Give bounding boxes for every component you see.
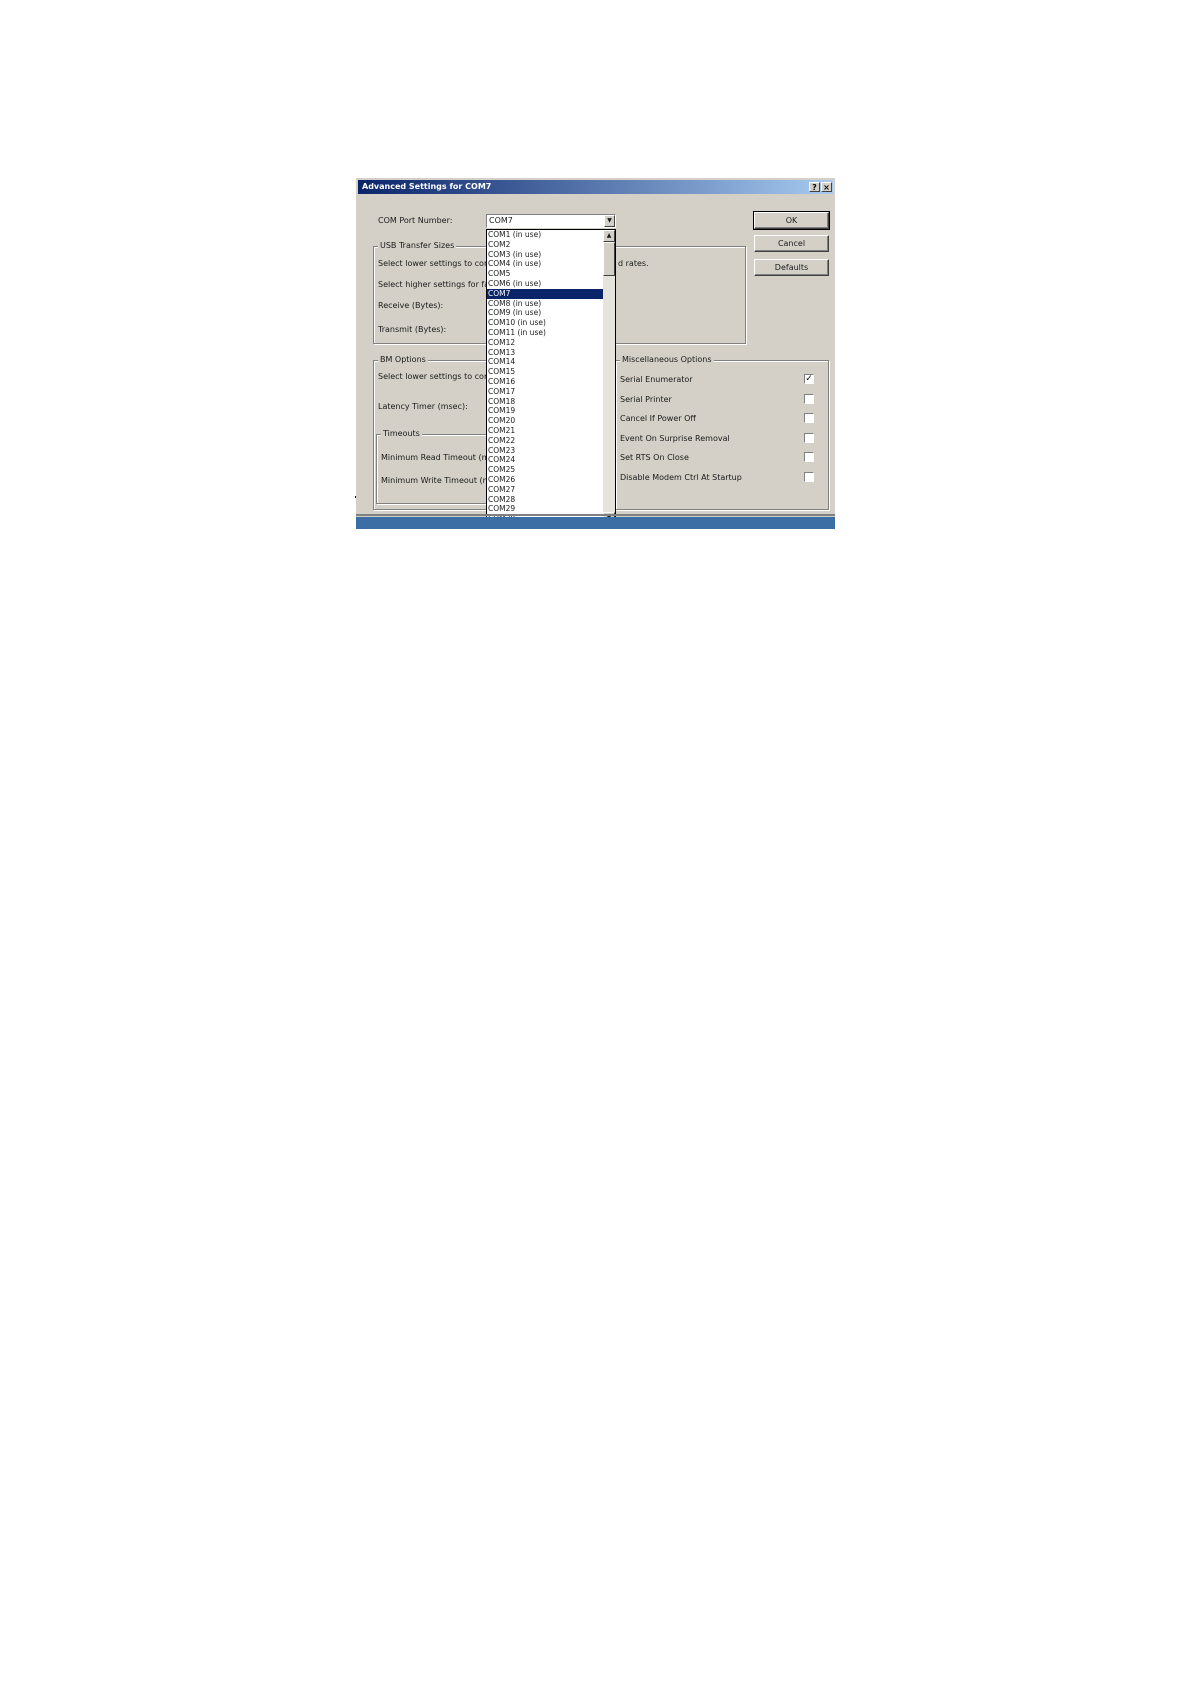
usb-transfer-line1: Select lower settings to corre [378, 259, 496, 268]
transmit-label: Transmit (Bytes): [378, 325, 447, 334]
ok-button[interactable]: OK [753, 211, 830, 230]
cancel-if-power-off-checkbox[interactable] [804, 413, 814, 423]
dropdown-arrow-icon[interactable]: ▼ [604, 215, 615, 227]
misc-label-cancel-if-power-off: Cancel If Power Off [620, 414, 696, 423]
misc-label-event-on-surprise-removal: Event On Surprise Removal [620, 434, 730, 443]
com-port-option[interactable]: COM18 [487, 397, 604, 407]
com-port-option[interactable]: COM25 [487, 465, 604, 475]
help-button[interactable]: ? [809, 182, 820, 192]
com-port-option[interactable]: COM4 (in use) [487, 259, 604, 269]
latency-label: Latency Timer (msec): [378, 402, 468, 411]
bm-options-title: BM Options [378, 355, 428, 364]
com-port-option[interactable]: COM28 [487, 495, 604, 505]
serial-printer-checkbox[interactable] [804, 394, 814, 404]
serial-enumerator-checkbox[interactable]: ✓ [804, 374, 814, 384]
close-button[interactable]: × [821, 182, 832, 192]
com-port-option[interactable]: COM13 [487, 348, 604, 358]
receive-label: Receive (Bytes): [378, 301, 444, 310]
misc-options-title: Miscellaneous Options [620, 355, 714, 364]
timeouts-title: Timeouts [381, 429, 422, 438]
set-rts-on-close-checkbox[interactable] [804, 452, 814, 462]
min-write-timeout-label: Minimum Write Timeout (mse [381, 476, 500, 485]
com-port-option[interactable]: COM3 (in use) [487, 250, 604, 260]
com-port-option[interactable]: COM1 (in use) [487, 230, 604, 240]
dropdown-scrollbar[interactable]: ▲ ▼ [603, 230, 615, 524]
com-port-label: COM Port Number: [378, 216, 453, 225]
com-port-option[interactable]: COM15 [487, 367, 604, 377]
advanced-settings-dialog: Advanced Settings for COM7 ? × COM Port … [356, 178, 835, 529]
title-bar: Advanced Settings for COM7 ? × [358, 180, 833, 194]
com-port-option[interactable]: COM9 (in use) [487, 308, 604, 318]
com-port-option[interactable]: COM8 (in use) [487, 299, 604, 309]
com-port-option[interactable]: COM12 [487, 338, 604, 348]
com-port-option[interactable]: COM26 [487, 475, 604, 485]
com-port-option[interactable]: COM7 [487, 288, 604, 299]
min-read-timeout-label: Minimum Read Timeout (mse [381, 453, 499, 462]
misc-label-disable-modem-ctrl: Disable Modem Ctrl At Startup [620, 473, 742, 482]
com-port-option[interactable]: COM14 [487, 357, 604, 367]
com-port-option[interactable]: COM17 [487, 387, 604, 397]
com-port-option[interactable]: COM22 [487, 436, 604, 446]
event-on-surprise-removal-checkbox[interactable] [804, 433, 814, 443]
com-port-option[interactable]: COM2 [487, 240, 604, 250]
com-port-option[interactable]: COM23 [487, 446, 604, 456]
com-port-value: COM7 [489, 216, 513, 225]
com-port-option[interactable]: COM5 [487, 269, 604, 279]
com-port-option[interactable]: COM20 [487, 416, 604, 426]
com-port-option[interactable]: COM19 [487, 406, 604, 416]
dialog-bottom-edge [356, 514, 835, 516]
window-title: Advanced Settings for COM7 [362, 182, 492, 191]
com-port-option[interactable]: COM16 [487, 377, 604, 387]
com-port-option[interactable]: COM21 [487, 426, 604, 436]
scroll-thumb[interactable] [603, 242, 615, 276]
com-port-option[interactable]: COM6 (in use) [487, 279, 604, 289]
cancel-button[interactable]: Cancel [754, 235, 829, 252]
scroll-up-icon[interactable]: ▲ [603, 230, 615, 242]
taskbar-strip [356, 517, 835, 529]
com-port-option[interactable]: COM29 [487, 504, 604, 514]
misc-label-set-rts-on-close: Set RTS On Close [620, 453, 689, 462]
usb-transfer-line1-tail: d rates. [618, 259, 649, 268]
misc-label-serial-enumerator: Serial Enumerator [620, 375, 693, 384]
disable-modem-ctrl-checkbox[interactable] [804, 472, 814, 482]
misc-label-serial-printer: Serial Printer [620, 395, 672, 404]
bm-options-line1: Select lower settings to corre [378, 372, 496, 381]
com-port-combobox[interactable]: COM7 ▼ [486, 214, 616, 228]
com-port-option[interactable]: COM24 [487, 455, 604, 465]
com-port-dropdown-list[interactable]: COM1 (in use) COM2 COM3 (in use) COM4 (in u… [486, 229, 616, 525]
usb-transfer-title: USB Transfer Sizes [378, 241, 457, 250]
com-port-option[interactable]: COM27 [487, 485, 604, 495]
com-port-option[interactable]: COM11 (in use) [487, 328, 604, 338]
com-port-option[interactable]: COM10 (in use) [487, 318, 604, 328]
usb-transfer-line2: Select higher settings for fas [378, 280, 494, 289]
com-port-options[interactable]: COM1 (in use) COM2 COM3 (in use) COM4 (in u… [487, 230, 604, 524]
defaults-button[interactable]: Defaults [754, 259, 829, 276]
